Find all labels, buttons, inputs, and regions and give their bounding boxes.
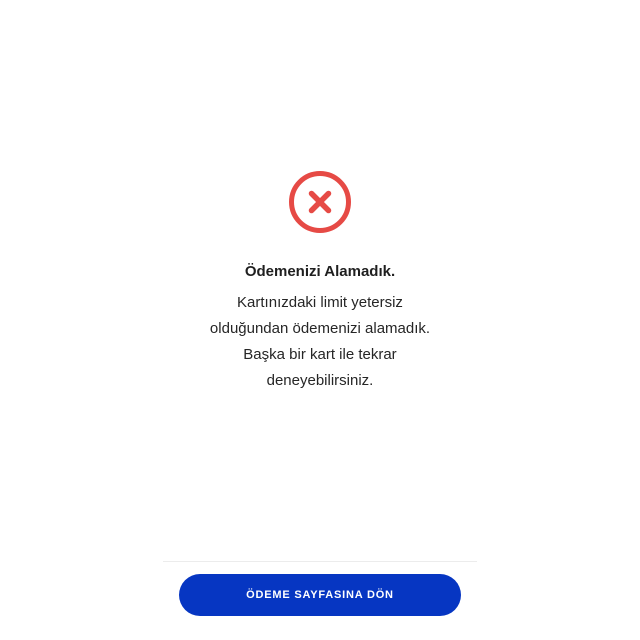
bottom-divider bbox=[163, 561, 477, 562]
error-x-circle-icon bbox=[288, 170, 352, 234]
error-title: Ödemenizi Alamadık. bbox=[244, 263, 396, 280]
error-message-line: Kartınızdaki limit yetersiz bbox=[237, 294, 403, 311]
error-message-line: olduğundan ödemenizi alamadık. bbox=[209, 320, 431, 337]
error-message-line: Başka bir kart ile tekrar bbox=[243, 346, 397, 363]
error-message-line: deneyebilirsiniz. bbox=[266, 372, 374, 389]
return-to-payment-button[interactable]: ÖDEME SAYFASINA DÖN bbox=[179, 574, 461, 616]
error-message: Kartınızdaki limit yetersiz olduğundan ö… bbox=[190, 290, 450, 394]
